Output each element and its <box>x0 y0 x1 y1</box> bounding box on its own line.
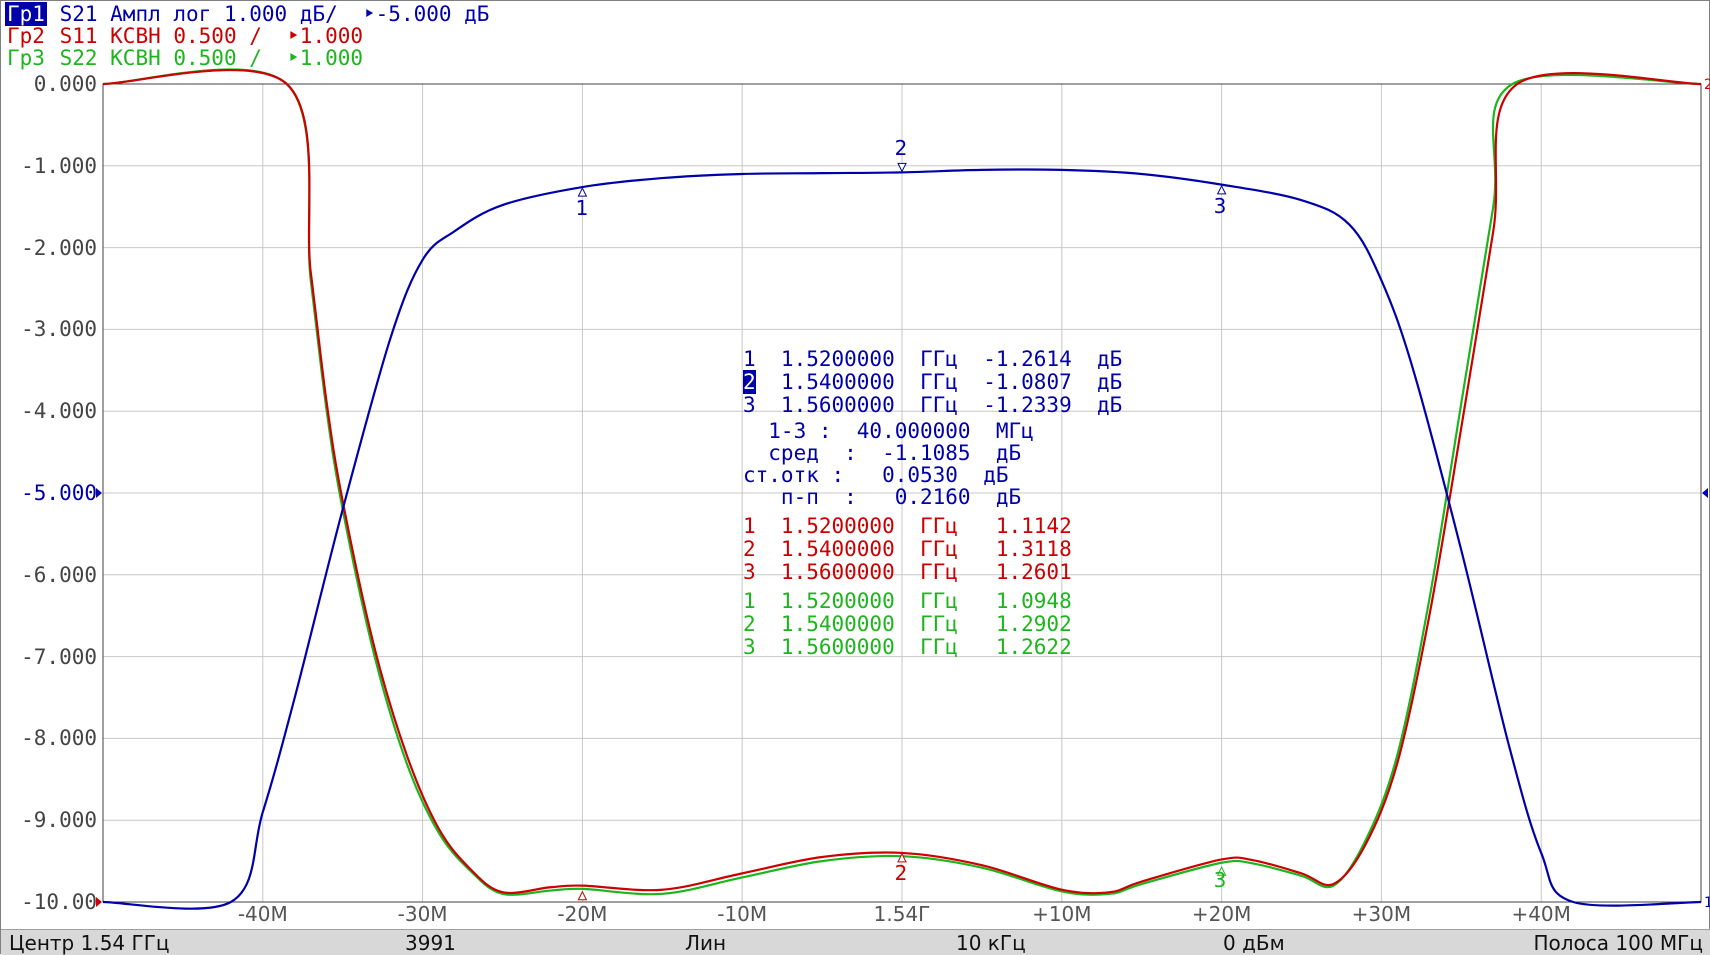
x-tick-label: +30M <box>1351 902 1412 926</box>
stats-peak-to-peak: п-п : 0.2160 дБ <box>743 485 1022 509</box>
s22-marker-1-readout: 1 1.5200000 ГГц 1.0948 <box>743 589 1072 613</box>
trace2-tag[interactable]: Гр2 <box>5 24 47 48</box>
if-bandwidth[interactable]: 10 кГц <box>956 931 1026 955</box>
s21-marker-2-readout: 2 1.5400000 ГГц -1.0807 дБ <box>743 370 1123 394</box>
x-tick-label: 1.54Г <box>873 902 931 926</box>
trace3-tag[interactable]: Гр3 <box>5 46 47 70</box>
trace3-settings: S22 КСВН 0.500 / ‣1.000 <box>46 46 364 70</box>
active-marker-number[interactable]: 2 <box>743 370 756 394</box>
x-tick-label: +20M <box>1191 902 1252 926</box>
x-tick-label: +10M <box>1032 902 1092 926</box>
trace1-tag[interactable]: Гр1 <box>5 2 47 26</box>
status-bar: Центр 1.54 ГГц 3991 Лин 10 кГц 0 дБм Пол… <box>1 929 1710 955</box>
y-tick-label: -1.000 <box>21 153 97 178</box>
source-power[interactable]: 0 дБм <box>1223 931 1285 955</box>
x-tick-label: -40M <box>237 902 288 926</box>
stats-span: 1-3 : 40.000000 МГц <box>743 419 1034 443</box>
trace1-header[interactable]: Гр1 S21 Ампл лог 1.000 дБ/ ‣-5.000 дБ <box>5 2 490 26</box>
frequency-span[interactable]: Полоса 100 МГц <box>1533 931 1703 955</box>
y-tick-label: 0.000 <box>33 72 97 96</box>
center-frequency[interactable]: Центр 1.54 ГГц <box>9 931 170 955</box>
x-tick-label: -10M <box>717 902 768 926</box>
s22-marker-2-readout: 2 1.5400000 ГГц 1.2902 <box>743 612 1072 636</box>
trace2-header[interactable]: Гр2 S11 КСВН 0.500 / ‣1.000 <box>5 25 363 47</box>
trace1-settings: S21 Ампл лог 1.000 дБ/ ‣-5.000 дБ <box>46 2 490 26</box>
y-tick-label: -9.000 <box>21 808 97 833</box>
s11-marker-1-readout: 1 1.5200000 ГГц 1.1142 <box>743 514 1072 538</box>
s21-marker-2-label[interactable]: 2 <box>895 136 908 160</box>
y-tick-label: -10.00 <box>21 890 97 914</box>
s21-marker-1-label[interactable]: 1 <box>576 196 589 220</box>
s11-marker-3-readout: 3 1.5600000 ГГц 1.2601 <box>743 560 1072 584</box>
s21-reference-arrow-right <box>1702 488 1708 498</box>
s21-marker-3 <box>1216 184 1227 195</box>
sweep-type[interactable]: Лин <box>685 931 726 955</box>
s22-marker-3-readout: 3 1.5600000 ГГц 1.2622 <box>743 635 1072 659</box>
y-tick-label: -7.000 <box>21 644 97 669</box>
stats-mean: сред : -1.1085 дБ <box>743 441 1022 465</box>
stats-stdev: ст.отк : 0.0530 дБ <box>743 463 1009 487</box>
trace3-header[interactable]: Гр3 S22 КСВН 0.500 / ‣1.000 <box>5 47 363 69</box>
s11-marker-2-readout: 2 1.5400000 ГГц 1.3118 <box>743 537 1072 561</box>
x-tick-label: -20M <box>557 902 608 926</box>
x-tick-label: -30M <box>397 902 448 926</box>
x-tick-label: +40M <box>1511 902 1571 926</box>
s11-marker-1 <box>577 890 588 901</box>
vna-screen: 2 1 Гр1 S21 Ампл лог 1.000 дБ/ ‣-5.000 дБ… <box>0 0 1710 955</box>
y-tick-label: -6.000 <box>21 562 97 587</box>
y-tick-label: -4.000 <box>21 399 97 424</box>
s21-marker-3-label[interactable]: 3 <box>1214 194 1227 218</box>
right-edge-tag: 2 <box>1704 77 1710 93</box>
sweep-points[interactable]: 3991 <box>405 931 456 955</box>
s21-marker-1 <box>577 187 588 197</box>
s21-marker-1-readout: 1 1.5200000 ГГц -1.2614 дБ <box>743 347 1123 371</box>
y-tick-label: -2.000 <box>21 235 97 260</box>
trace2-settings: S11 КСВН 0.500 / ‣1.000 <box>46 24 364 48</box>
y-tick-label: -3.000 <box>21 317 97 342</box>
right-edge-tag: 1 <box>1704 895 1710 911</box>
y-tick-label: -5.000 <box>21 481 97 505</box>
s21-marker-3-readout: 3 1.5600000 ГГц -1.2339 дБ <box>743 393 1123 417</box>
s21-marker-2 <box>897 162 907 173</box>
s22-marker-3-label[interactable]: 3 <box>1214 868 1227 892</box>
y-tick-label: -8.000 <box>21 726 97 751</box>
s11-marker-2-label[interactable]: 2 <box>895 861 908 885</box>
